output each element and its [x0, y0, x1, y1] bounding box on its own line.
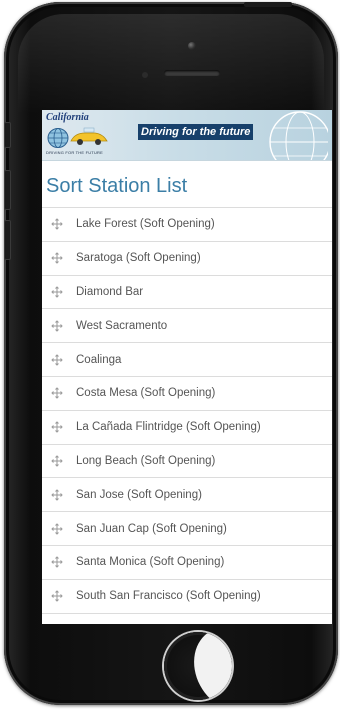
move-icon[interactable] — [51, 590, 63, 602]
station-name: Santa Monica (Soft Opening) — [76, 556, 225, 569]
station-list-item[interactable]: San Jose (Soft Opening) — [42, 478, 332, 513]
station-name: South San Francisco (Soft Opening) — [76, 590, 261, 603]
phone-screen: California DRIVING FOR THE FUTURE Drivin… — [42, 110, 332, 624]
station-name: Costa Mesa (Soft Opening) — [76, 387, 216, 400]
move-icon[interactable] — [51, 421, 63, 433]
power-button — [244, 2, 292, 7]
banner-logo-text: California — [46, 112, 89, 123]
phone-mockup-stage: California DRIVING FOR THE FUTURE Drivin… — [0, 0, 340, 711]
move-icon[interactable] — [51, 252, 63, 264]
station-name: San Jose (Soft Opening) — [76, 488, 202, 501]
station-list-item[interactable]: Long Beach (Soft Opening) — [42, 445, 332, 479]
station-name: Long Beach (Soft Opening) — [76, 454, 216, 467]
proximity-sensor — [142, 72, 148, 78]
station-list-item[interactable]: West Sacramento — [42, 309, 332, 344]
car-logo-icon — [70, 127, 108, 145]
station-name: Lake Forest (Soft Opening) — [76, 218, 215, 231]
move-icon[interactable] — [51, 353, 63, 366]
move-icon[interactable] — [51, 218, 63, 231]
move-icon[interactable] — [51, 522, 63, 535]
station-name: La Cañada Flintridge (Soft Opening) — [76, 421, 261, 434]
move-icon[interactable] — [51, 286, 63, 298]
volume-down-button — [4, 220, 11, 260]
station-name: Saratoga (Soft Opening) — [76, 252, 201, 265]
station-list-item[interactable]: Diamond Bar — [42, 276, 332, 310]
header-banner: California DRIVING FOR THE FUTURE Drivin… — [42, 110, 332, 161]
front-camera-icon — [188, 42, 196, 50]
station-list-item[interactable]: Saratoga (Soft Opening) — [42, 242, 332, 276]
station-list-item[interactable]: Lake Forest (Soft Opening) — [42, 208, 332, 242]
station-list-item[interactable]: South San Francisco (Soft Opening) — [42, 580, 332, 614]
move-icon[interactable] — [51, 387, 63, 400]
home-button[interactable] — [164, 632, 232, 700]
station-list-item[interactable]: Costa Mesa (Soft Opening) — [42, 377, 332, 411]
station-name: San Juan Cap (Soft Opening) — [76, 522, 227, 535]
move-icon[interactable] — [51, 320, 63, 332]
station-list-item[interactable]: San Juan Cap (Soft Opening) — [42, 512, 332, 546]
sortable-station-list: Lake Forest (Soft Opening) Saratoga (Sof… — [42, 207, 332, 614]
phone-glare — [18, 14, 324, 114]
station-name: Diamond Bar — [76, 285, 144, 298]
banner-subtext: DRIVING FOR THE FUTURE — [46, 150, 103, 155]
station-name: Coalinga — [76, 353, 122, 366]
station-list-item[interactable]: La Cañada Flintridge (Soft Opening) — [42, 411, 332, 445]
globe-logo-icon — [47, 128, 69, 148]
phone-frame: California DRIVING FOR THE FUTURE Drivin… — [4, 2, 338, 705]
decorative-globe-arc-icon — [269, 111, 328, 160]
volume-up-button — [4, 170, 11, 210]
page-title: Sort Station List — [46, 175, 188, 197]
station-list-item[interactable]: Santa Monica (Soft Opening) — [42, 546, 332, 580]
earpiece-speaker — [164, 70, 220, 76]
move-icon[interactable] — [51, 489, 63, 501]
move-icon[interactable] — [51, 455, 63, 467]
banner-tagline: Driving for the future — [138, 124, 254, 140]
station-list-item[interactable]: Coalinga — [42, 343, 332, 377]
station-name: West Sacramento — [76, 319, 168, 332]
move-icon[interactable] — [51, 556, 63, 569]
mute-switch — [4, 122, 11, 148]
